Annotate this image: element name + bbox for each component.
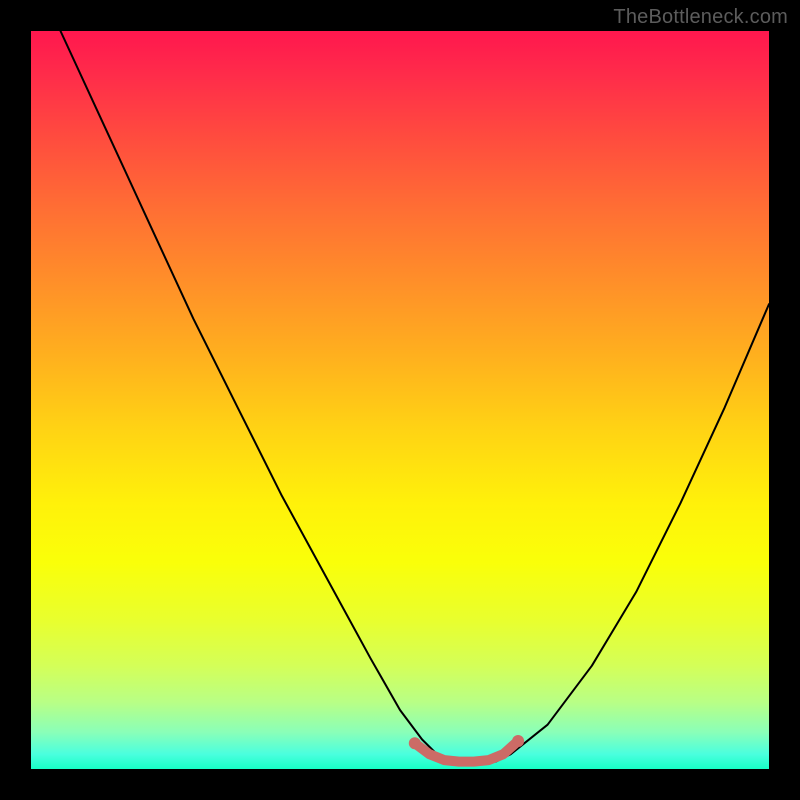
chart-frame: TheBottleneck.com [0,0,800,800]
highlight-dot-right [512,735,524,747]
watermark-text: TheBottleneck.com [613,6,788,29]
curve-highlight [415,741,518,762]
highlight-dot-left [409,737,421,749]
chart-svg [31,31,769,769]
plot-area [31,31,769,769]
curve-main [61,31,770,762]
